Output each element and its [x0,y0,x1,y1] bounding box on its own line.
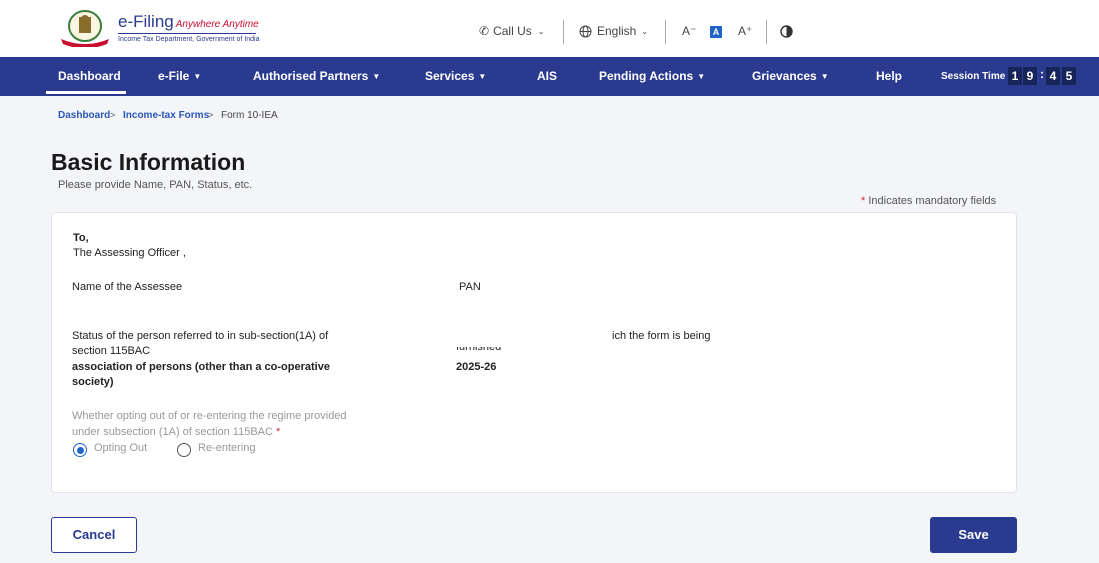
brand-tagline: Anywhere Anytime [175,19,259,30]
session-colon: : [1040,67,1044,81]
re-entering-radio[interactable] [177,443,191,457]
opting-label-line2-text: under subsection (1A) of section 115BAC [72,426,273,438]
to-label: To, [73,232,89,244]
nav-help[interactable]: Help [876,69,902,83]
brand-dept: Income Tax Department, Government of Ind… [118,36,260,43]
required-star: * [276,426,281,438]
breadcrumb-dashboard[interactable]: Dashboard [58,110,110,121]
session-digit: 9 [1023,67,1037,85]
nav-services[interactable]: Services ▼ [425,69,486,83]
status-label: Status of the person referred to in sub-… [72,330,329,342]
opting-label-line2: under subsection (1A) of section 115BAC … [72,426,280,438]
mandatory-note-text: Indicates mandatory fields [868,195,997,207]
nav-authorised-partners-label: Authorised Partners [253,69,369,83]
assessment-year-label-line2: furnished [456,347,502,353]
font-normal-button[interactable]: A [710,26,722,38]
nav-services-label: Services [425,69,475,83]
chevron-down-icon: ⌄ [641,26,649,36]
opting-out-radio[interactable] [73,443,87,457]
brand-underline [118,33,256,34]
main-nav: Dashboard e-File ▼ Authorised Partners ▼ S… [0,57,1099,96]
divider [766,20,767,44]
cancel-button[interactable]: Cancel [51,517,137,553]
divider [665,20,666,44]
chevron-down-icon: ▼ [820,72,829,81]
brand-name: e-Filing [118,12,174,31]
breadcrumb-current: Form 10-IEA [221,110,278,121]
nav-pending-actions[interactable]: Pending Actions ▼ [599,69,705,83]
status-value-line2: society) [72,376,114,388]
language-label: English [597,24,637,38]
chevron-down-icon: ▼ [372,72,381,81]
session-digit: 4 [1046,67,1060,85]
brand[interactable]: e-Filing Anywhere Anytime Income Tax Depa… [118,12,260,43]
re-entering-label[interactable]: Re-entering [198,442,255,454]
assessing-officer-label: The Assessing Officer , [73,247,186,259]
nav-authorised-partners[interactable]: Authorised Partners ▼ [253,69,380,83]
required-star: * [861,195,866,207]
chevron-down-icon: ▼ [478,72,487,81]
breadcrumb-income-tax-forms[interactable]: Income-tax Forms [123,110,209,121]
status-label-line2: section 115BAC [72,345,151,357]
chevron-down-icon: ⌄ [537,26,545,36]
form-card: To, The Assessing Officer , Name of the … [51,212,1017,493]
nav-grievances[interactable]: Grievances ▼ [752,69,829,83]
status-value: association of persons (other than a co-… [72,361,330,373]
assessment-year-label: ich the form is being [612,330,711,342]
assessment-year-value: 2025-26 [456,361,497,373]
session-digit: 1 [1008,67,1022,85]
call-us-button[interactable]: ✆ Call Us ⌄ [479,24,544,38]
nav-ais[interactable]: AIS [537,69,557,83]
chevron-down-icon: ▼ [697,72,706,81]
page-title: Basic Information [51,149,246,175]
mandatory-note: * Indicates mandatory fields [861,195,996,207]
chevron-down-icon: ▼ [193,72,202,81]
nav-efile[interactable]: e-File ▼ [158,69,201,83]
session-digit: 5 [1062,67,1076,85]
nav-efile-label: e-File [158,69,190,83]
session-time-label: Session Time [941,71,1006,82]
call-us-label: Call Us [493,24,532,38]
language-select[interactable]: English ⌄ [579,24,648,38]
assessment-year-label-clip: furnished [456,347,526,354]
page-subtitle: Please provide Name, PAN, Status, etc. [58,179,253,191]
nav-dashboard[interactable]: Dashboard [58,69,121,83]
active-indicator [46,91,126,94]
nav-grievances-label: Grievances [752,69,817,83]
opting-out-label[interactable]: Opting Out [94,442,147,454]
globe-icon [579,25,592,37]
top-header: e-Filing Anywhere Anytime Income Tax Depa… [0,0,1099,57]
font-decrease-button[interactable]: A⁻ [682,24,696,38]
emblem-logo-icon[interactable] [57,9,113,47]
assessee-name-label: Name of the Assessee [72,281,183,293]
breadcrumb-separator: > [208,110,214,120]
opting-label: Whether opting out of or re-entering the… [72,410,347,422]
contrast-icon[interactable] [780,25,793,38]
save-button[interactable]: Save [930,517,1017,553]
nav-pending-actions-label: Pending Actions [599,69,694,83]
breadcrumb-separator: > [110,110,116,120]
font-increase-button[interactable]: A⁺ [738,24,752,38]
divider [563,20,564,44]
phone-icon: ✆ [479,24,490,38]
pan-label: PAN [459,281,481,293]
